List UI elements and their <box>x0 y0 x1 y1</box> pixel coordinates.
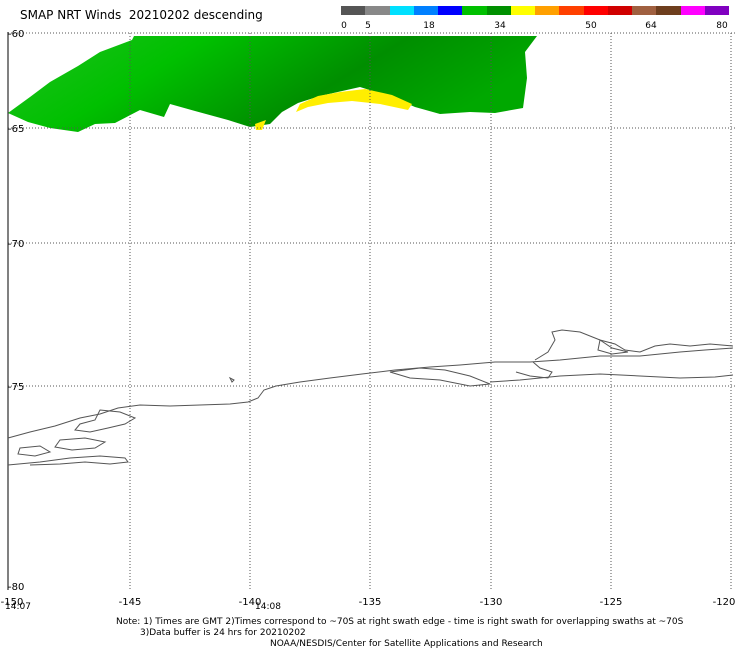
lat-label: -80 <box>8 582 24 593</box>
coastline-segment <box>17 445 52 457</box>
coastline-segment <box>74 409 137 433</box>
map-plot: -60 -65 -70 -75 -80 -150 -145 -140 -135 … <box>1 29 736 612</box>
coastline-segment <box>228 376 235 383</box>
footer-note: Note: 1) Times are GMT 2)Times correspon… <box>116 617 684 627</box>
footer-note: 3)Data buffer is 24 hrs for 20210202 <box>140 628 306 638</box>
coastline-segment <box>389 367 491 387</box>
coastline-segment <box>54 437 107 451</box>
lat-label: -70 <box>8 239 24 250</box>
coastline-segment <box>7 455 129 466</box>
wind-swath-green <box>8 36 537 132</box>
lon-label: -145 <box>119 597 142 608</box>
lon-label: -120 <box>713 597 736 608</box>
lat-label: -65 <box>8 124 24 135</box>
coastline-segment <box>597 339 629 355</box>
lon-label: -130 <box>480 597 503 608</box>
lat-label: -75 <box>8 382 24 393</box>
lon-label: -135 <box>359 597 382 608</box>
coastline-segment <box>515 361 553 379</box>
swath-time-label: 14:08 <box>255 602 281 612</box>
lat-label: -60 <box>8 29 24 40</box>
lon-label: -125 <box>600 597 623 608</box>
swath-time-label: 14:07 <box>5 602 31 612</box>
footer-credit: NOAA/NESDIS/Center for Satellite Applica… <box>270 639 543 649</box>
